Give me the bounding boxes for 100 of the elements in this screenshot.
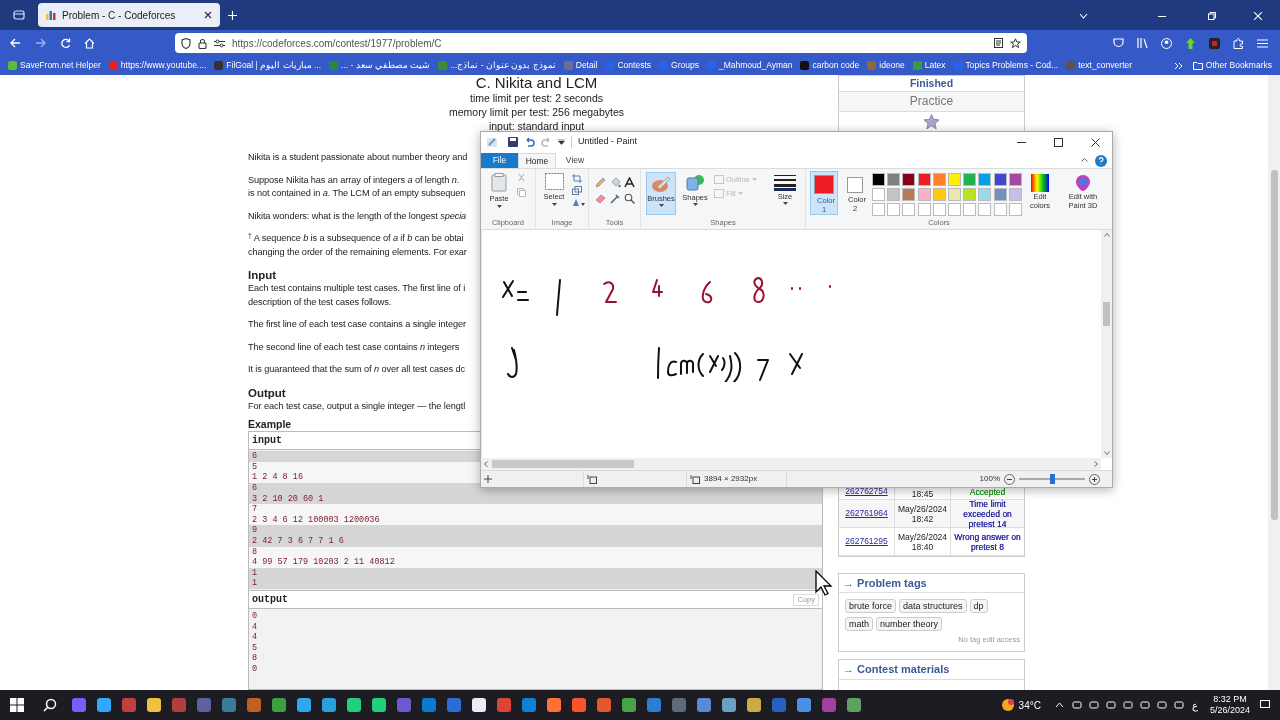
submission-link[interactable]: 262761295 [845,535,888,548]
collapse-ribbon-icon[interactable] [1081,158,1088,162]
palette-color[interactable] [978,173,992,186]
chevron-down-icon[interactable] [1079,13,1088,19]
windows-logo-icon[interactable] [10,698,24,712]
browser-tab[interactable]: Problem - C - Codeforces [38,3,220,27]
scroll-up-icon[interactable] [1103,233,1110,237]
palette-color[interactable] [963,203,977,216]
bookmark[interactable]: _Mahmoud_Ayman [706,59,793,72]
clock[interactable]: 8:32 PM 5/26/2024 [1209,694,1250,716]
palette-color[interactable] [917,203,931,216]
reader-view-icon[interactable] [994,38,1003,48]
address-bar[interactable]: https://codeforces.com/contest/1977/problem/C [175,33,1027,53]
bookmark[interactable]: FilGoal | مباريات اليوم ... [214,59,321,72]
app-icon[interactable] [296,697,312,713]
bookmark[interactable]: Topics Problems - Cod... [953,59,1059,72]
app-icon[interactable] [146,697,162,713]
bookmark[interactable]: Detail [563,59,598,72]
palette-color[interactable] [932,173,946,186]
undo-icon[interactable] [524,137,535,147]
scrollbar-thumb[interactable] [1103,302,1110,326]
crop-icon[interactable] [572,174,582,183]
palette-color[interactable] [872,173,885,186]
palette-color[interactable] [948,188,961,201]
tab-list-icon[interactable] [13,9,25,21]
palette-color[interactable] [993,203,1007,216]
submission-link[interactable]: 262762754 [845,485,888,498]
app-icon[interactable] [321,697,337,713]
bookmark[interactable]: carbon code [800,59,860,72]
palette-color[interactable] [963,173,977,186]
tag-chip[interactable]: math [845,617,873,631]
palette-color[interactable] [887,203,901,216]
slider-thumb[interactable] [1049,474,1055,484]
scroll-right-icon[interactable] [1094,461,1098,467]
bookmark[interactable]: شيت مصطفي سعد - ... [329,59,431,72]
file-menu-button[interactable]: File [481,153,518,168]
star-icon[interactable] [923,114,940,130]
maximize-icon[interactable] [1054,137,1063,147]
text-tool-icon[interactable] [624,177,636,188]
palette-color[interactable] [978,188,992,201]
submission-link[interactable]: 262761964 [845,507,888,520]
account-icon[interactable] [1161,37,1172,49]
scrollbar-thumb[interactable] [1270,170,1278,520]
tray-icon[interactable] [1071,700,1082,710]
bookmark[interactable]: نموذج بدون عنوان - نماذج... [438,59,556,72]
color-picker-icon[interactable] [609,193,621,204]
app-icon[interactable] [471,697,487,713]
palette-color[interactable] [948,173,961,186]
tag-chip[interactable]: data structures [899,599,967,613]
palette-color[interactable] [993,173,1007,186]
palette-color[interactable] [1008,173,1022,186]
menu-icon[interactable] [1257,38,1268,48]
palette-color[interactable] [948,203,961,216]
dropdown-icon[interactable] [558,139,565,145]
chevron-up-icon[interactable] [1054,702,1064,708]
pocket-icon[interactable] [1113,38,1124,48]
help-icon[interactable] [1095,155,1107,167]
palette-color[interactable] [932,203,946,216]
forward-icon[interactable] [35,38,46,48]
vertical-scrollbar[interactable] [1101,230,1112,458]
library-icon[interactable] [1137,38,1148,48]
bookmark[interactable]: SaveFrom.net Helper [8,59,101,72]
scroll-down-icon[interactable] [1103,451,1110,455]
palette-color[interactable] [1008,188,1022,201]
palette-color[interactable] [887,188,901,201]
close-icon[interactable] [204,11,212,19]
palette-color[interactable] [917,188,931,201]
restore-icon[interactable] [1208,12,1216,20]
app-icon[interactable] [371,697,387,713]
palette-color[interactable] [902,188,916,201]
magnifier-icon[interactable] [624,193,636,204]
bookmark[interactable]: ideone [867,59,905,72]
palette-color[interactable] [932,188,946,201]
star-icon[interactable] [1010,37,1021,49]
palette-color[interactable] [872,188,885,201]
bookmark[interactable]: Groups [659,59,699,72]
back-icon[interactable] [10,38,21,48]
minimize-icon[interactable] [1017,141,1026,143]
palette-color[interactable] [872,203,885,216]
bookmark[interactable]: Latex [912,59,946,72]
bookmark[interactable]: text_converter [1066,59,1133,72]
app-icon[interactable] [96,697,112,713]
app-icon[interactable] [721,697,737,713]
zoom-in-icon[interactable] [1089,473,1100,485]
app-icon[interactable] [746,697,762,713]
palette-color[interactable] [887,173,901,186]
download-extension-icon[interactable] [1185,37,1196,49]
palette-color[interactable] [1008,203,1022,216]
reload-icon[interactable] [60,37,71,49]
language-indicator[interactable]: ع [1191,697,1198,713]
bookmark[interactable]: https://www.youtube.... [108,59,207,72]
puzzle-icon[interactable] [1233,37,1244,49]
app-icon[interactable] [346,697,362,713]
palette-color[interactable] [902,203,916,216]
search-icon[interactable] [43,698,57,712]
bookmark[interactable]: Contests [605,59,652,72]
palette-color[interactable] [917,173,931,186]
zoom-slider[interactable] [1019,474,1085,484]
tag-chip[interactable]: number theory [876,617,943,631]
notification-icon[interactable] [1260,700,1270,710]
